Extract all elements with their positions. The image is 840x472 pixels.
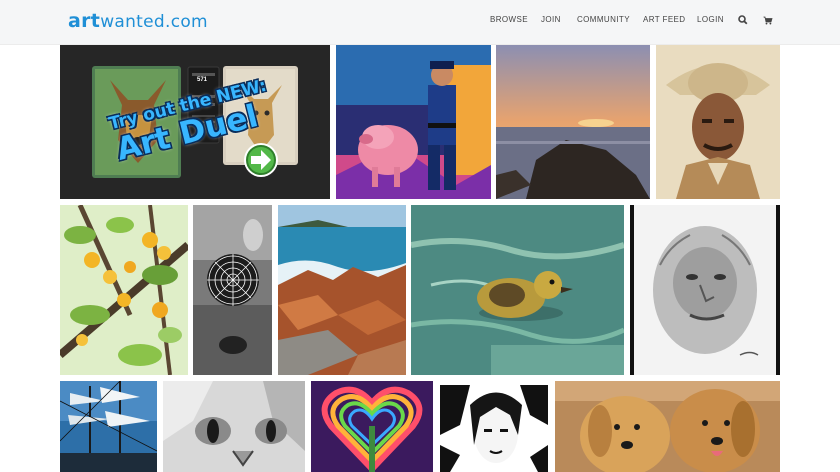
golden-retrievers-image	[555, 381, 780, 472]
artwork-duckling[interactable]	[411, 205, 624, 375]
artwork-woman-portrait-ink[interactable]	[440, 385, 548, 472]
artwork-spiderweb[interactable]	[193, 205, 272, 375]
artwork-cowboy-portrait[interactable]	[656, 45, 780, 199]
site-logo[interactable]: artwanted.com	[68, 10, 208, 33]
lemon-tree-image	[60, 205, 188, 375]
artwork-rainbow-heart-tree[interactable]	[311, 381, 433, 472]
spiderweb-image	[193, 205, 272, 375]
artwork-coastal-sunset[interactable]	[496, 45, 650, 199]
nav-join[interactable]: JOIN	[541, 15, 561, 24]
artwork-golden-retrievers[interactable]	[555, 381, 780, 472]
cowboy-portrait-image	[656, 45, 780, 199]
artwork-lemon-tree[interactable]	[60, 205, 188, 375]
tall-ship-image	[60, 381, 157, 472]
bigfoot-drawing-image	[630, 205, 780, 375]
cart-icon[interactable]	[763, 13, 775, 27]
artwork-tall-ship[interactable]	[60, 381, 157, 472]
duel-vote-count: 571	[197, 77, 208, 83]
artwork-pig-police[interactable]	[336, 45, 491, 199]
rainbow-heart-tree-image	[311, 381, 433, 472]
artwork-rocky-shore[interactable]	[278, 205, 406, 375]
nav-community[interactable]: COMMUNITY	[577, 15, 630, 24]
rocky-shore-image	[278, 205, 406, 375]
nav-browse[interactable]: BROWSE	[490, 15, 528, 24]
logo-text-bold: art	[68, 10, 101, 32]
artwork-cat-eye[interactable]	[163, 381, 305, 472]
nav-login[interactable]: LOGIN	[697, 15, 724, 24]
pig-police-image	[336, 45, 491, 199]
site-header: artwanted.com BROWSE JOIN COMMUNITY ART …	[0, 0, 840, 45]
coastal-sunset-image	[496, 45, 650, 199]
cat-eye-image	[163, 381, 305, 472]
duckling-image	[411, 205, 624, 375]
woman-portrait-ink-image	[440, 385, 548, 472]
search-icon[interactable]	[738, 13, 750, 27]
art-duel-promo-banner[interactable]: Try out the NEW: Art Duel 571	[60, 45, 330, 199]
nav-art-feed[interactable]: ART FEED	[643, 15, 685, 24]
artwork-bigfoot-drawing[interactable]	[630, 205, 780, 375]
logo-text-rest: wanted.com	[100, 12, 208, 32]
